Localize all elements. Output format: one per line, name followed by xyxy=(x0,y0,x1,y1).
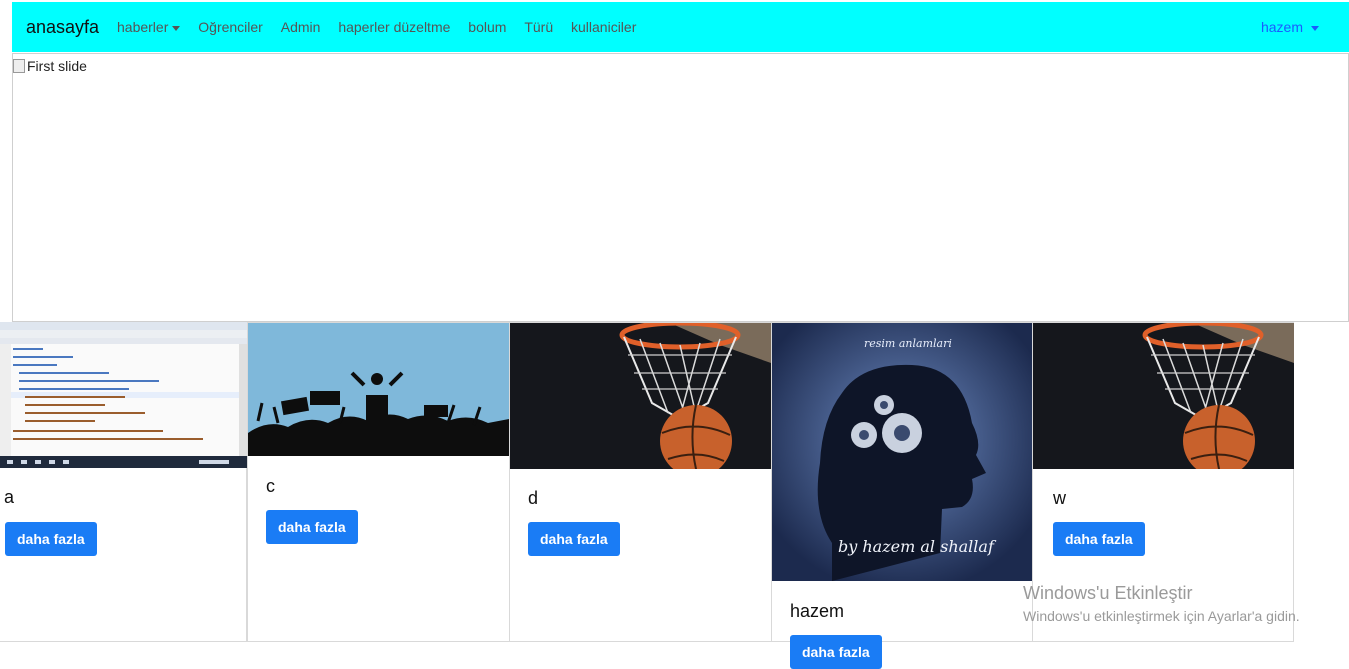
image-caption-bottom: by hazem al shallaf xyxy=(838,537,994,556)
more-button[interactable]: daha fazla xyxy=(5,522,97,556)
broken-image-icon xyxy=(13,59,25,73)
nav-haberler-dropdown[interactable]: haberler xyxy=(117,19,181,35)
brand-link[interactable]: anasayfa xyxy=(26,17,99,38)
nav-ogrenciler[interactable]: Oğrenciler xyxy=(198,19,263,35)
slide-alt-text: First slide xyxy=(27,58,87,74)
nav-links: haberler Oğrenciler Admin haperler düzel… xyxy=(117,19,650,35)
card-title: d xyxy=(528,488,539,508)
more-button[interactable]: daha fazla xyxy=(1053,522,1145,556)
nav-kullaniciler[interactable]: kullaniciler xyxy=(571,19,636,35)
news-card-c: c daha fazla xyxy=(247,322,510,642)
caret-down-icon xyxy=(172,25,181,31)
nav-haberler-label: haberler xyxy=(117,19,169,35)
news-card-d: d daha fazla xyxy=(509,322,772,642)
basketball-hoop-image xyxy=(510,323,771,469)
watermark-title: Windows'u Etkinleştir xyxy=(1023,583,1193,603)
windows-activation-watermark: Windows'u Etkinleştir Windows'u etkinleş… xyxy=(1023,583,1300,624)
nav-admin[interactable]: Admin xyxy=(281,19,321,35)
nav-haperler-duzeltme[interactable]: haperler düzeltme xyxy=(338,19,450,35)
image-caption-top: resim anlamlari xyxy=(864,337,952,350)
card-title: a xyxy=(4,487,15,507)
news-card-a: a daha fazla xyxy=(0,322,247,642)
code-editor-image xyxy=(0,322,247,468)
nav-turu[interactable]: Türü xyxy=(524,19,553,35)
broken-image-placeholder: First slide xyxy=(13,58,87,74)
user-dropdown[interactable]: hazem xyxy=(1261,19,1319,35)
more-button[interactable]: daha fazla xyxy=(528,522,620,556)
basketball-hoop-image xyxy=(1033,323,1294,469)
more-button[interactable]: daha fazla xyxy=(266,510,358,544)
carousel[interactable]: First slide xyxy=(12,53,1349,322)
card-title: w xyxy=(1053,488,1066,508)
more-button[interactable]: daha fazla xyxy=(790,635,882,669)
caret-down-icon xyxy=(1311,25,1319,31)
nav-bolum[interactable]: bolum xyxy=(468,19,506,35)
card-title: hazem xyxy=(790,601,845,621)
user-name: hazem xyxy=(1260,19,1303,35)
protest-crowd-image xyxy=(248,323,509,456)
watermark-subtitle: Windows'u etkinleştirmek için Ayarlar'a … xyxy=(1023,608,1300,624)
news-card-hazem: resim anlamlari by hazem al shallaf haze… xyxy=(771,322,1033,669)
top-navbar: anasayfa haberler Oğrenciler Admin haper… xyxy=(12,2,1349,52)
card-title: c xyxy=(266,476,275,496)
